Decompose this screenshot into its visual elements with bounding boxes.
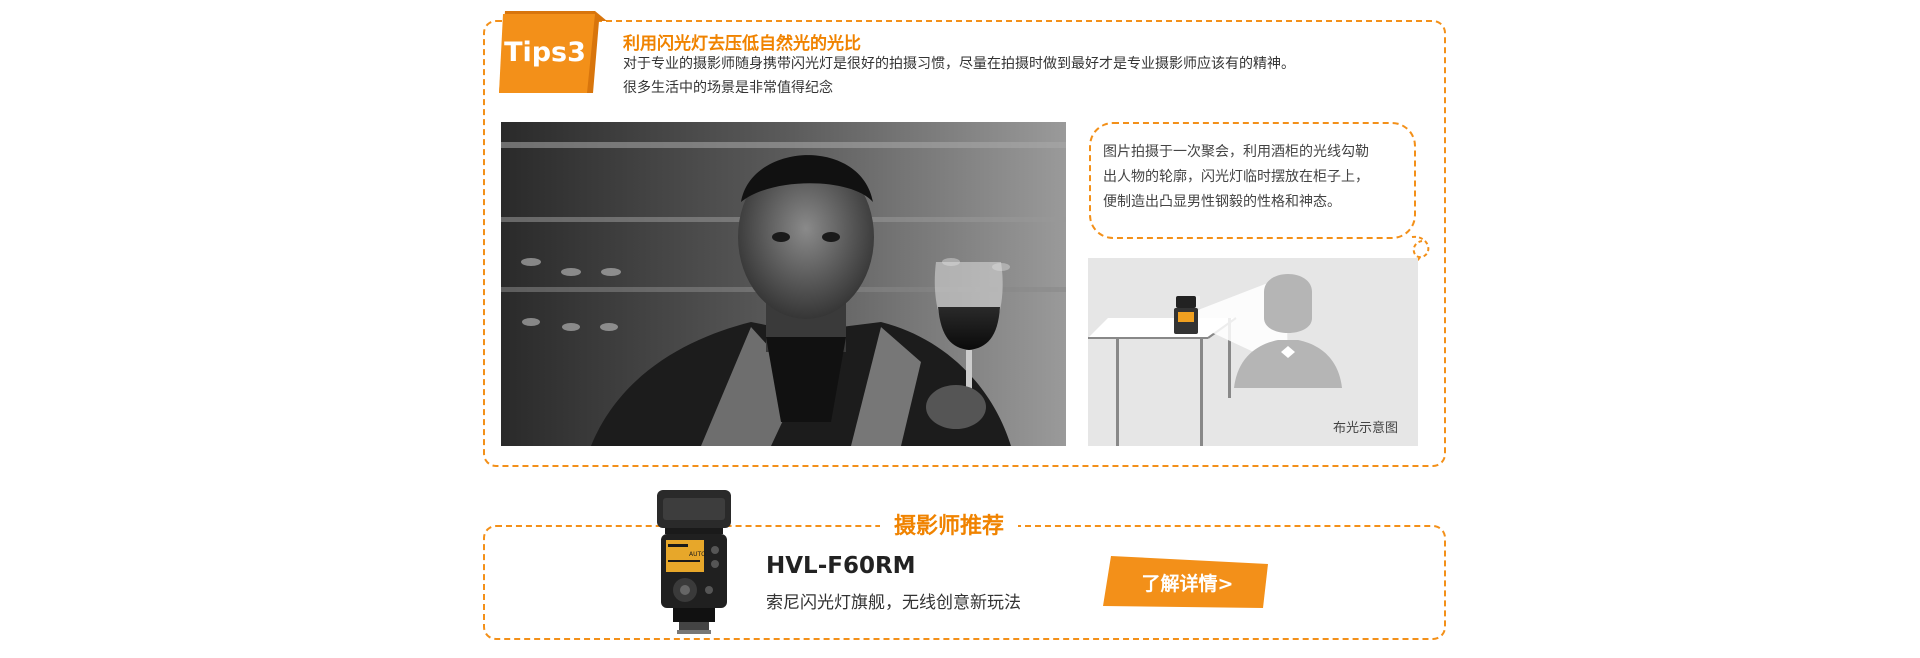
caption-line-1: 图片拍摄于一次聚会，利用酒柜的光线勾勒 bbox=[1103, 144, 1369, 160]
tips-description-line-2: 很多生活中的场景是非常值得纪念 bbox=[623, 80, 833, 96]
tips-description-line-1: 对于专业的摄影师随身携带闪光灯是很好的拍摄习惯，尽量在拍摄时做到最好才是专业摄影… bbox=[623, 56, 1295, 72]
flash-unit-icon bbox=[1174, 296, 1200, 334]
table-icon bbox=[1088, 317, 1237, 446]
tips-badge-label: Tips3 bbox=[504, 36, 586, 68]
tips-title: 利用闪光灯去压低自然光的光比 bbox=[623, 34, 861, 54]
tips-description: 对于专业的摄影师随身携带闪光灯是很好的拍摄习惯，尽量在拍摄时做到最好才是专业摄影… bbox=[623, 52, 1295, 100]
sample-photo bbox=[501, 122, 1066, 446]
learn-more-button[interactable]: 了解详情> bbox=[1103, 552, 1272, 612]
photo-caption-bubble: 图片拍摄于一次聚会，利用酒柜的光线勾勒 出人物的轮廓，闪光灯临时摆放在柜子上， … bbox=[1089, 122, 1416, 239]
tips-badge: Tips3 bbox=[499, 11, 607, 93]
product-image[interactable]: AUTO bbox=[651, 490, 737, 634]
product-tagline: 索尼闪光灯旗舰，无线创意新玩法 bbox=[766, 593, 1021, 613]
caption-line-3: 便制造出凸显男性钢毅的性格和神态。 bbox=[1103, 194, 1341, 210]
caption-line-2: 出人物的轮廓，闪光灯临时摆放在柜子上， bbox=[1103, 169, 1369, 185]
lighting-diagram: 布光示意图 bbox=[1088, 258, 1418, 446]
flash-screen-text: AUTO bbox=[689, 551, 706, 558]
recommend-card bbox=[483, 525, 1446, 640]
recommend-heading: 摄影师推荐 bbox=[880, 508, 1019, 540]
product-model: HVL-F60RM bbox=[766, 553, 916, 579]
learn-more-label: 了解详情> bbox=[1141, 572, 1234, 595]
diagram-caption: 布光示意图 bbox=[1332, 421, 1398, 436]
